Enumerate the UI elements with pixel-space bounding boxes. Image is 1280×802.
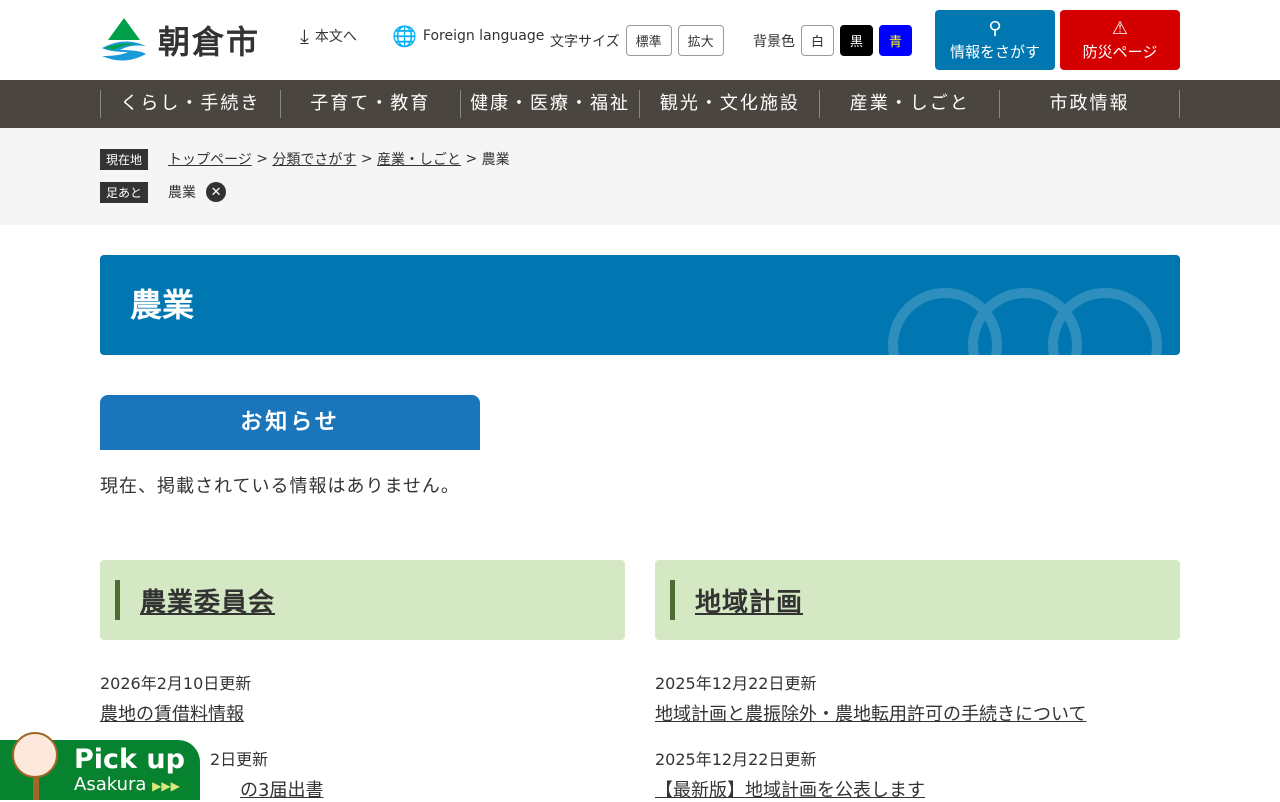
arrows-icon: ▶▶▶	[152, 779, 180, 793]
nav-item[interactable]: 市政情報	[999, 90, 1180, 118]
bg-blue-button[interactable]: 青	[879, 25, 913, 56]
breadcrumb-area: 現在地 トップページ > 分類でさがす > 産業・しごと > 農業 足あと 農業…	[0, 128, 1280, 225]
breadcrumb-link[interactable]: トップページ	[168, 149, 252, 169]
header: 朝倉市 ⤓ 本文へ 🌐 Foreign language 文字サイズ 標準 拡大 背…	[100, 0, 1180, 80]
nav-item[interactable]: 観光・文化施設	[639, 90, 819, 118]
section-regional-plan: 地域計画 2025年12月22日更新 地域計画と農振除外・農地転用許可の手続きに…	[655, 560, 1180, 802]
breadcrumb-current: 農業	[481, 152, 510, 168]
pickup-asakura-banner[interactable]: Pick up Asakura ▶▶▶	[0, 732, 200, 800]
breadcrumb: 現在地 トップページ > 分類でさがす > 産業・しごと > 農業	[100, 148, 1180, 170]
waterwheel-decoration-icon	[888, 288, 1162, 355]
bg-white-button[interactable]: 白	[801, 25, 835, 56]
page-title: 農業	[100, 255, 1180, 355]
logo-mark-icon	[102, 18, 146, 61]
skip-link[interactable]: ⤓ 本文へ	[300, 24, 357, 48]
mascot-icon	[12, 732, 58, 778]
article-link[interactable]: 【最新版】地域計画を公表します	[655, 776, 1180, 802]
warning-icon: ⚠	[1111, 18, 1129, 39]
font-large-button[interactable]: 拡大	[677, 25, 724, 56]
footprint-item[interactable]: 農業	[168, 182, 196, 202]
article-link[interactable]: 農地の賃借料情報	[100, 700, 625, 726]
nav-item[interactable]: くらし・手続き	[100, 90, 280, 118]
article-link[interactable]: 地域計画と農振除外・農地転用許可の手続きについて	[655, 700, 1180, 726]
nav-item[interactable]: 子育て・教育	[279, 90, 460, 118]
download-arrow-icon: ⤓	[300, 24, 309, 48]
notice-heading: お知らせ	[100, 395, 480, 450]
nav-item[interactable]: 産業・しごと	[819, 90, 999, 118]
nav-item[interactable]: 健康・医療・福祉	[459, 90, 640, 118]
notice-text: 現在、掲載されている情報はありません。	[100, 476, 460, 497]
search-icon: ⚲	[988, 18, 1002, 39]
section-title-link[interactable]: 地域計画	[695, 582, 803, 619]
site-logo[interactable]: 朝倉市	[100, 17, 260, 63]
site-name: 朝倉市	[158, 23, 261, 61]
bg-color-label: 背景色	[753, 33, 795, 50]
mascot-handle	[33, 778, 39, 800]
foreign-language-link[interactable]: 🌐 Foreign language	[392, 24, 544, 48]
bg-black-button[interactable]: 黒	[840, 25, 874, 56]
close-icon[interactable]: ✕	[206, 182, 227, 202]
global-nav: くらし・手続き 子育て・教育 健康・医療・福祉 観光・文化施設 産業・しごと 市…	[0, 80, 1280, 128]
search-info-button[interactable]: ⚲ 情報をさがす	[935, 10, 1055, 70]
section-title-link[interactable]: 農業委員会	[140, 582, 275, 619]
breadcrumb-link[interactable]: 産業・しごと	[377, 149, 461, 169]
font-size-label: 文字サイズ	[550, 33, 620, 50]
footprint: 足あと 農業 ✕	[100, 181, 1180, 203]
font-standard-button[interactable]: 標準	[625, 25, 672, 56]
disaster-page-button[interactable]: ⚠ 防災ページ	[1060, 10, 1180, 70]
breadcrumb-link[interactable]: 分類でさがす	[272, 149, 356, 169]
globe-icon: 🌐	[392, 24, 417, 48]
